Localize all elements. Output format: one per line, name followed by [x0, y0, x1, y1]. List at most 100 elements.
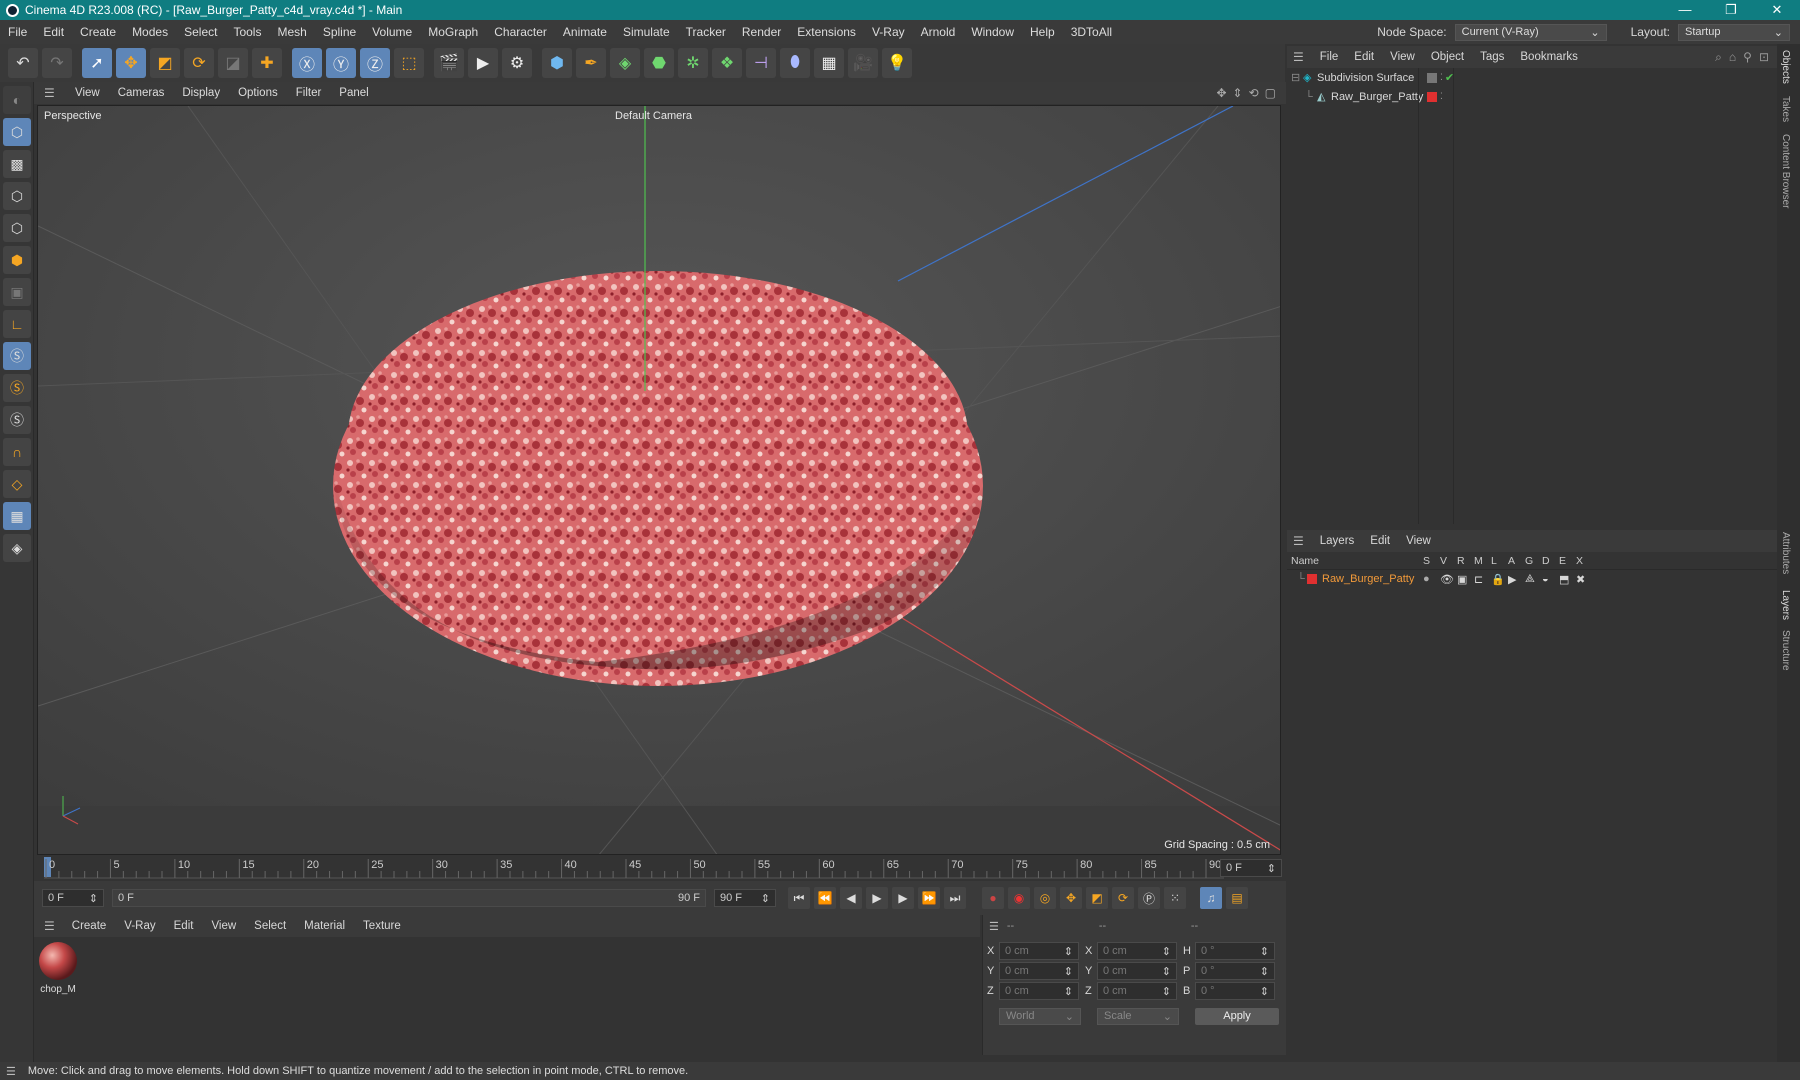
material-menu-material[interactable]: Material: [295, 920, 354, 932]
tab-objects[interactable]: Objects: [1780, 50, 1791, 84]
sound-button[interactable]: ♫: [1200, 887, 1222, 909]
material-menu-view[interactable]: View: [202, 920, 245, 932]
menu-volume[interactable]: Volume: [364, 25, 420, 39]
menu-mesh[interactable]: Mesh: [269, 25, 314, 39]
rotation-p-field[interactable]: 0 ° ⇕: [1195, 962, 1275, 980]
visibility-dots-icon[interactable]: ⁚: [1440, 72, 1443, 83]
expressions-icon[interactable]: ⬒: [1559, 573, 1576, 586]
object-menu-tags[interactable]: Tags: [1472, 51, 1512, 63]
object-menu-object[interactable]: Object: [1423, 51, 1472, 63]
apply-button[interactable]: Apply: [1195, 1007, 1279, 1025]
layers-menu-edit[interactable]: Edit: [1362, 535, 1398, 547]
y-axis-button[interactable]: Ⓨ: [326, 48, 356, 78]
tab-layers[interactable]: Layers: [1780, 590, 1791, 620]
z-axis-button[interactable]: Ⓩ: [360, 48, 390, 78]
rotation-h-field[interactable]: 0 ° ⇕: [1195, 942, 1275, 960]
field-button[interactable]: ⬮: [780, 48, 810, 78]
maximize-button[interactable]: ❐: [1708, 2, 1754, 18]
select-tool-button[interactable]: ➚: [82, 48, 112, 78]
render-picture-viewer-button[interactable]: ▶: [468, 48, 498, 78]
layout-dropdown[interactable]: Startup ⌄: [1678, 23, 1790, 41]
xref-icon[interactable]: ✖: [1576, 573, 1593, 586]
key-rotation-button[interactable]: ⟳: [1112, 887, 1134, 909]
menu-modes[interactable]: Modes: [124, 25, 176, 39]
position-z-field[interactable]: 0 cm ⇕: [999, 982, 1079, 1000]
orbit-icon[interactable]: ⟲: [1249, 86, 1259, 100]
object-menu-bookmarks[interactable]: Bookmarks: [1512, 51, 1586, 63]
menu-tracker[interactable]: Tracker: [678, 25, 734, 39]
next-key-button[interactable]: ⏩: [918, 887, 940, 909]
eye-icon[interactable]: 👁: [1440, 573, 1457, 586]
viewport-menu-options[interactable]: Options: [229, 87, 287, 99]
auto-key-button[interactable]: ◉: [1008, 887, 1030, 909]
maximize-view-icon[interactable]: ▢: [1265, 86, 1276, 100]
pan-icon[interactable]: ✥: [1216, 86, 1226, 100]
previous-frame-button[interactable]: ◀: [840, 887, 862, 909]
camera-button[interactable]: 🎥: [848, 48, 878, 78]
new-window-icon[interactable]: ⊡: [1759, 50, 1769, 65]
points-mode-button[interactable]: ⬡: [3, 182, 31, 210]
timeline-window-button[interactable]: ▤: [1226, 887, 1248, 909]
layers-menu-view[interactable]: View: [1398, 535, 1439, 547]
tab-structure[interactable]: Structure: [1780, 630, 1791, 671]
tree-row-raw-burger-patty[interactable]: └ ◭ Raw_Burger_Patty ⁚: [1287, 87, 1777, 106]
model-mode-button[interactable]: ⬡: [3, 118, 31, 146]
record-button[interactable]: ●: [982, 887, 1004, 909]
viewport-3d[interactable]: Perspective Default Camera Grid Spacing …: [37, 105, 1281, 855]
menu-3dtoall[interactable]: 3DToAll: [1063, 25, 1120, 39]
hamburger-icon[interactable]: ☰: [1293, 534, 1304, 548]
size-y-field[interactable]: 0 cm ⇕: [1097, 962, 1177, 980]
polygons-mode-button[interactable]: ⬢: [3, 246, 31, 274]
object-menu-view[interactable]: View: [1382, 51, 1423, 63]
move-tool-button[interactable]: ✥: [116, 48, 146, 78]
start-frame-field[interactable]: 0 F ⇕: [42, 889, 104, 907]
scale-tool-button[interactable]: ◩: [150, 48, 180, 78]
timeline-ruler[interactable]: 0 5 10 15 20 25 30 35 40 45 50 55 60 65 70 75 80 85 90 0 F…: [34, 855, 1286, 881]
redo-button[interactable]: ↷: [42, 48, 72, 78]
floor-button[interactable]: ▦: [814, 48, 844, 78]
animation-icon[interactable]: ▶: [1508, 573, 1525, 586]
axis-mode-button[interactable]: ∟: [3, 310, 31, 338]
home-icon[interactable]: ⌂: [1729, 50, 1736, 65]
key-scale-button[interactable]: ◩: [1086, 887, 1108, 909]
key-pla-button[interactable]: ⁙: [1164, 887, 1186, 909]
viewport-menu-panel[interactable]: Panel: [330, 87, 377, 99]
subdivision-button[interactable]: ◈: [610, 48, 640, 78]
hamburger-icon[interactable]: ☰: [44, 919, 55, 933]
make-editable-button[interactable]: ◐: [3, 86, 31, 114]
layer-swatch-icon[interactable]: [1427, 72, 1437, 83]
key-position-button[interactable]: ✥: [1060, 887, 1082, 909]
create-tool-button[interactable]: ✚: [252, 48, 282, 78]
rotate-tool-button[interactable]: ⟳: [184, 48, 214, 78]
recent-tool-button[interactable]: ◪: [218, 48, 248, 78]
locked-workplane-button[interactable]: ◈: [3, 534, 31, 562]
tab-content-browser[interactable]: Content Browser: [1780, 134, 1791, 208]
tab-attributes[interactable]: Attributes: [1780, 532, 1791, 574]
undo-button[interactable]: ↶: [8, 48, 38, 78]
layer-color-icon[interactable]: [1307, 574, 1317, 584]
menu-animate[interactable]: Animate: [555, 25, 615, 39]
layer-color-icon[interactable]: [1427, 91, 1437, 102]
snap-settings-button[interactable]: Ⓢ: [3, 374, 31, 402]
play-button[interactable]: ▶: [866, 887, 888, 909]
layer-row[interactable]: └ Raw_Burger_Patty ● 👁 ▣ ⊏ 🔒 ▶ ⟁ ◒ ⬒ ✖: [1287, 570, 1777, 588]
render-icon[interactable]: ▣: [1457, 573, 1474, 586]
material-menu-select[interactable]: Select: [245, 920, 295, 932]
uv-mode-button[interactable]: ▣: [3, 278, 31, 306]
manager-icon[interactable]: ⊏: [1474, 573, 1491, 586]
minimize-button[interactable]: —: [1662, 2, 1708, 18]
keyframe-selection-button[interactable]: ◎: [1034, 887, 1056, 909]
object-menu-file[interactable]: File: [1312, 51, 1347, 63]
hamburger-icon[interactable]: ☰: [989, 920, 999, 933]
menu-edit[interactable]: Edit: [35, 25, 72, 39]
coordinate-system-button[interactable]: ⬚: [394, 48, 424, 78]
magnet-button[interactable]: ∩: [3, 438, 31, 466]
next-frame-button[interactable]: ▶: [892, 887, 914, 909]
viewport-menu-filter[interactable]: Filter: [287, 87, 331, 99]
end-frame-field[interactable]: 90 F ⇕: [714, 889, 776, 907]
material-swatch[interactable]: chop_M: [38, 941, 78, 995]
lock-icon[interactable]: 🔒: [1491, 573, 1508, 586]
menu-render[interactable]: Render: [734, 25, 789, 39]
viewport-menu-cameras[interactable]: Cameras: [109, 87, 174, 99]
menu-extensions[interactable]: Extensions: [789, 25, 864, 39]
